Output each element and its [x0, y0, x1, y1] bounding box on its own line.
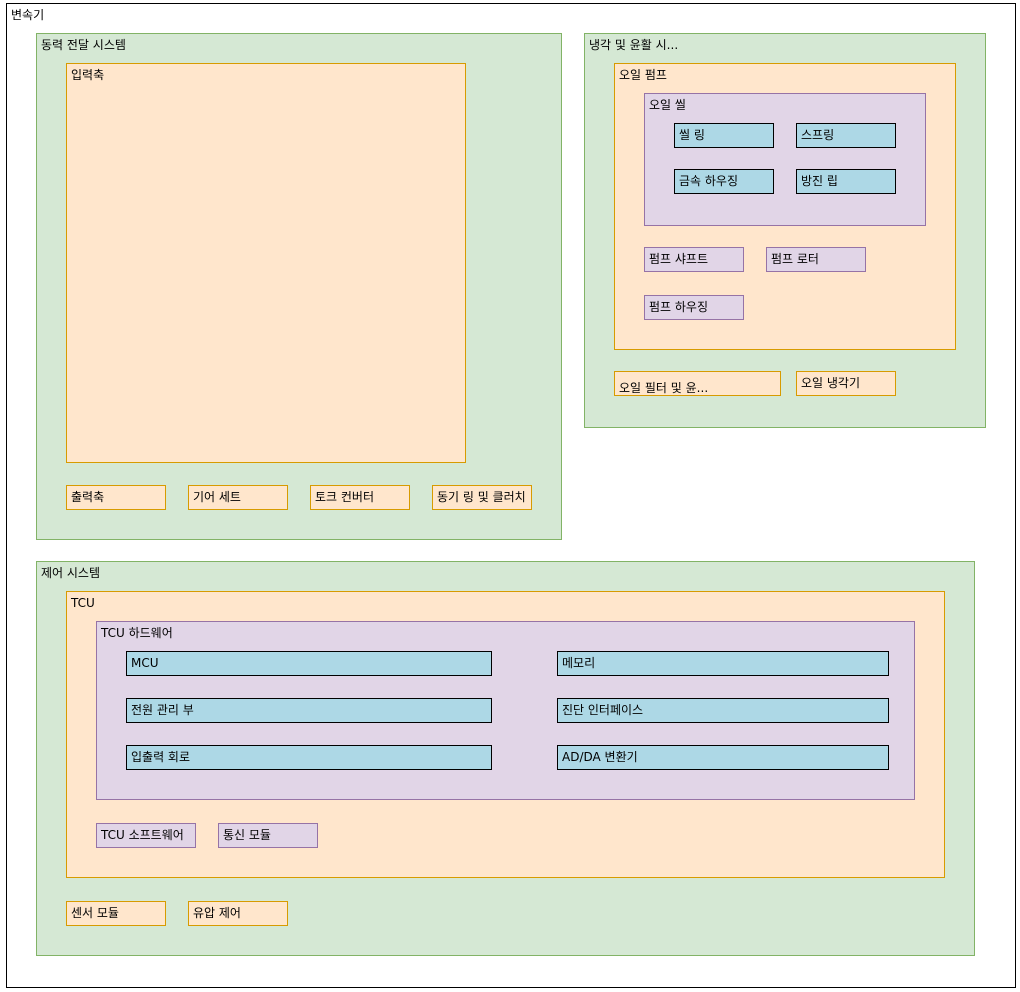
pump-rotor-node: 펌프 로터 — [766, 247, 866, 272]
seal-ring-node: 씰 링 — [674, 123, 774, 148]
oil-seal-label: 오일 씰 — [649, 98, 686, 112]
metal-housing-label: 금속 하우징 — [679, 174, 739, 188]
metal-housing-node: 금속 하우징 — [674, 169, 774, 194]
sync-ring-clutch-node: 동기 링 및 클러치 — [432, 485, 532, 510]
oil-cooler-label: 오일 냉각기 — [801, 376, 861, 390]
io-circuit-label: 입출력 회로 — [131, 750, 191, 764]
dust-lip-node: 방진 립 — [796, 169, 896, 194]
tcu-label: TCU — [71, 596, 95, 610]
cooling-lubrication-label: 냉각 및 윤활 시... — [589, 38, 679, 52]
torque-converter-label: 토크 컨버터 — [315, 490, 375, 504]
communication-module-label: 통신 모듈 — [223, 828, 271, 842]
communication-module-node: 통신 모듈 — [218, 823, 318, 848]
mcu-label: MCU — [131, 656, 159, 670]
gear-set-label: 기어 세트 — [193, 490, 241, 504]
oil-pump-label: 오일 펌프 — [619, 68, 667, 82]
tcu-software-node: TCU 소프트웨어 — [96, 823, 196, 848]
ad-da-converter-node: AD/DA 변환기 — [557, 745, 889, 770]
hydraulic-control-node: 유압 제어 — [188, 901, 288, 926]
gear-set-node: 기어 세트 — [188, 485, 288, 510]
tcu-software-label: TCU 소프트웨어 — [101, 828, 184, 842]
pump-housing-node: 펌프 하우징 — [644, 295, 744, 320]
output-shaft-label: 출력축 — [71, 490, 105, 504]
hydraulic-control-label: 유압 제어 — [193, 906, 241, 920]
io-circuit-node: 입출력 회로 — [126, 745, 492, 770]
output-shaft-node: 출력축 — [66, 485, 166, 510]
power-management-label: 전원 관리 부 — [131, 703, 194, 717]
pump-housing-label: 펌프 하우징 — [649, 300, 709, 314]
torque-converter-node: 토크 컨버터 — [310, 485, 410, 510]
diagnostic-interface-label: 진단 인터페이스 — [562, 703, 644, 717]
sensor-module-node: 센서 모듈 — [66, 901, 166, 926]
tcu-hardware-label: TCU 하드웨어 — [101, 626, 173, 640]
oil-filter-label: 오일 필터 및 윤... — [619, 381, 709, 395]
pump-shaft-label: 펌프 샤프트 — [649, 252, 709, 266]
oil-filter-node: 오일 필터 및 윤... — [614, 371, 781, 396]
spring-label: 스프링 — [801, 128, 835, 142]
input-shaft-label: 입력축 — [71, 68, 105, 82]
control-system-label: 제어 시스템 — [41, 566, 101, 580]
dust-lip-label: 방진 립 — [801, 174, 838, 188]
sensor-module-label: 센서 모듈 — [71, 906, 119, 920]
oil-seal-group: 오일 씰 — [644, 93, 926, 226]
memory-node: 메모리 — [557, 651, 889, 676]
powertrain-system-label: 동력 전달 시스템 — [41, 38, 126, 52]
spring-node: 스프링 — [796, 123, 896, 148]
mcu-node: MCU — [126, 651, 492, 676]
pump-rotor-label: 펌프 로터 — [771, 252, 819, 266]
sync-ring-clutch-label: 동기 링 및 클러치 — [437, 490, 526, 504]
diagnostic-interface-node: 진단 인터페이스 — [557, 698, 889, 723]
memory-label: 메모리 — [562, 656, 596, 670]
input-shaft-node: 입력축 — [66, 63, 466, 463]
oil-cooler-node: 오일 냉각기 — [796, 371, 896, 396]
transmission-label: 변속기 — [11, 8, 45, 22]
pump-shaft-node: 펌프 샤프트 — [644, 247, 744, 272]
ad-da-converter-label: AD/DA 변환기 — [562, 750, 638, 764]
seal-ring-label: 씰 링 — [679, 128, 705, 142]
power-management-node: 전원 관리 부 — [126, 698, 492, 723]
